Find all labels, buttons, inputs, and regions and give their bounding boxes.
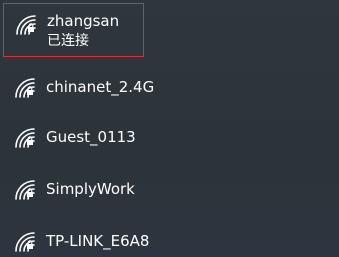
wifi-secured-icon xyxy=(14,77,38,99)
network-item-zhangsan[interactable]: zhangsan 已连接 xyxy=(3,3,144,57)
network-ssid: SimplyWork xyxy=(46,180,135,198)
wifi-network-list: zhangsan 已连接 chinanet_2.4G Guest_0113 Si… xyxy=(0,0,339,257)
network-item-chinanet[interactable]: chinanet_2.4G xyxy=(0,62,339,112)
network-ssid: TP-LINK_E6A8 xyxy=(46,232,150,250)
network-ssid: chinanet_2.4G xyxy=(46,78,155,96)
network-item-tp-link[interactable]: TP-LINK_E6A8 xyxy=(0,215,339,257)
network-item-guest[interactable]: Guest_0113 xyxy=(0,113,339,163)
network-ssid: Guest_0113 xyxy=(46,128,136,146)
network-item-simplywork[interactable]: SimplyWork xyxy=(0,164,339,214)
wifi-secured-icon xyxy=(14,127,38,149)
wifi-secured-icon xyxy=(14,179,38,201)
wifi-secured-icon xyxy=(14,231,38,253)
wifi-secured-icon xyxy=(15,14,39,36)
network-status: 已连接 xyxy=(47,33,89,49)
network-ssid: zhangsan xyxy=(47,12,120,30)
